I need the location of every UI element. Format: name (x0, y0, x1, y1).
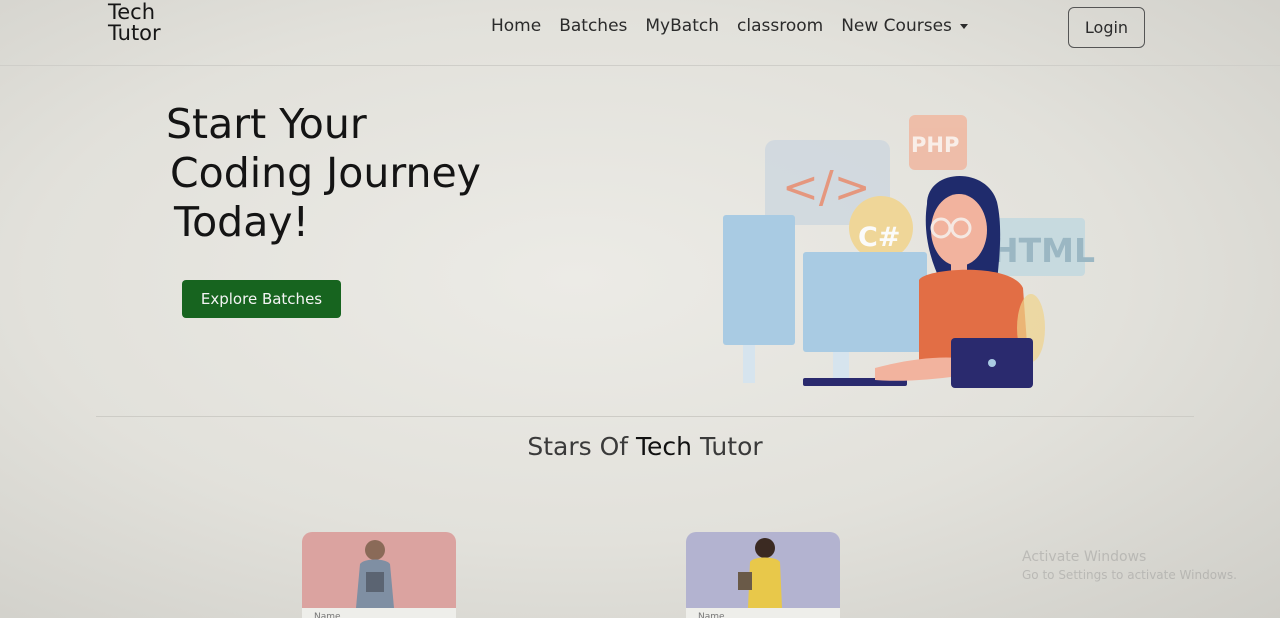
caret-down-icon (959, 23, 968, 29)
watermark-line-1: Activate Windows (1022, 549, 1147, 565)
csharp-label: C# (858, 222, 900, 253)
php-label: PHP (911, 133, 959, 157)
section-title-pre: Stars Of (527, 432, 636, 461)
top-navbar: Tech Tutor Home Batches MyBatch classroo… (0, 0, 1280, 66)
student-card[interactable]: Name (302, 532, 456, 618)
hero-title-line-1: Start Your (166, 100, 367, 148)
center-monitor-shape (803, 252, 927, 352)
login-button[interactable]: Login (1068, 7, 1145, 48)
brand-line-2: Tutor (108, 21, 161, 45)
left-monitor-stand (743, 345, 755, 383)
nav-link-mybatch[interactable]: MyBatch (645, 16, 719, 36)
student-name-label: Name (302, 608, 456, 618)
explore-batches-button[interactable]: Explore Batches (182, 280, 341, 318)
brand-logo[interactable]: Tech Tutor (108, 2, 188, 44)
coding-illustration: </> PHP C# HTML (723, 115, 1095, 388)
hero-title: Start Your Coding Journey Today! (166, 100, 526, 247)
nav-link-new-courses-label: New Courses (841, 16, 952, 36)
hero-title-line-3: Today! (174, 198, 310, 246)
woman-arm-shape (875, 357, 959, 381)
nav-link-batches[interactable]: Batches (559, 16, 627, 36)
watermark-line-2: Go to Settings to activate Windows. (1022, 568, 1237, 582)
student-card[interactable]: Name (686, 532, 840, 618)
brand-line-1: Tech (108, 0, 156, 24)
section-title-strong: Tech (636, 432, 692, 461)
html-label: HTML (991, 231, 1095, 270)
activate-windows-watermark: Activate Windows Go to Settings to activ… (1022, 548, 1237, 584)
student-name-label: Name (686, 608, 840, 618)
student-photo (738, 538, 782, 608)
nav-link-classroom[interactable]: classroom (737, 16, 823, 36)
nav-link-home[interactable]: Home (491, 16, 541, 36)
laptop-logo-shape (988, 359, 996, 367)
nav-links: Home Batches MyBatch classroom New Cours… (491, 16, 986, 36)
code-tag-label: </> (782, 162, 871, 213)
stars-section-title: Stars Of Tech Tutor (0, 432, 1280, 461)
woman-face-shape (931, 194, 987, 266)
hero-title-line-2: Coding Journey (170, 149, 481, 197)
section-title-post: Tutor (692, 432, 763, 461)
nav-dropdown-new-courses[interactable]: New Courses (841, 16, 968, 36)
section-divider (96, 416, 1194, 417)
student-photo (356, 540, 394, 608)
left-monitor-shape (723, 215, 795, 345)
